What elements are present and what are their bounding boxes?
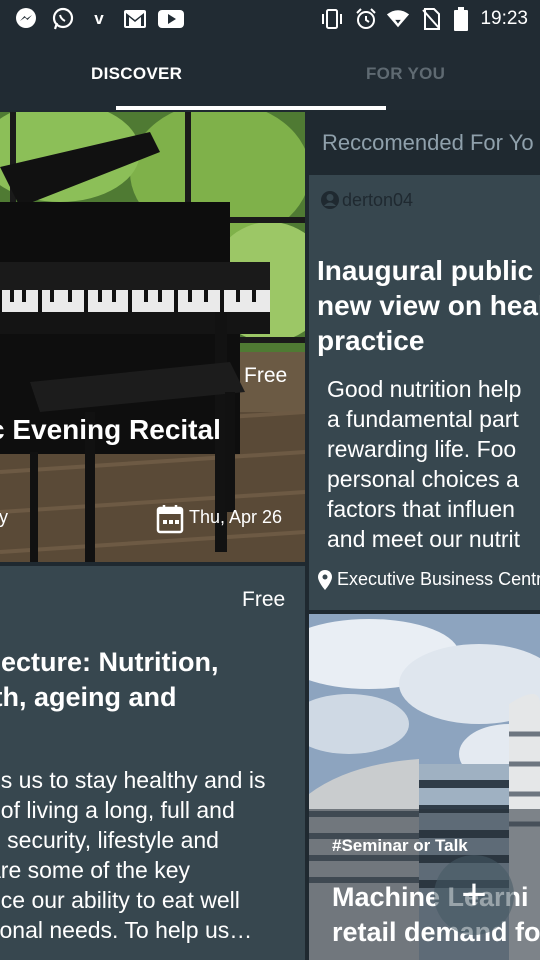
price-label: Free xyxy=(244,364,288,387)
whatsapp-icon xyxy=(51,7,75,30)
youtube-icon xyxy=(158,8,184,30)
price-label: Free xyxy=(242,588,286,611)
no-sim-icon xyxy=(419,8,443,30)
event-location: Executive Business Centr xyxy=(337,569,540,589)
event-title: Inaugural public new view on heal practi… xyxy=(317,255,540,356)
recommended-header-label: Reccomended For Yo xyxy=(322,130,534,155)
event-title: c Evening Recital xyxy=(0,414,221,445)
event-description: Good nutrition help a fundamental part r… xyxy=(327,376,522,552)
plus-icon: + xyxy=(461,870,487,919)
event-title: lecture: Nutrition, lth, ageing and xyxy=(0,647,219,712)
alarm-icon xyxy=(354,8,378,30)
battery-icon xyxy=(449,7,473,31)
clock-time: 19:23 xyxy=(480,8,528,29)
status-bar: v 19:23 xyxy=(0,0,540,38)
tab-bar: DISCOVER FOR YOU xyxy=(0,38,540,110)
organizer-username: derton04 xyxy=(342,190,414,210)
tab-indicator xyxy=(116,106,386,110)
v-icon: v xyxy=(94,9,104,28)
event-organizer: ty xyxy=(0,507,9,527)
event-card-lecture[interactable]: Free lecture: Nutrition, lth, ageing and… xyxy=(0,566,305,960)
tab-for-you[interactable]: FOR YOU xyxy=(366,64,445,84)
user-icon xyxy=(320,190,340,215)
location-pin-icon xyxy=(318,570,332,595)
event-description: ps us to stay healthy and is t of living… xyxy=(0,767,266,943)
event-category-tag: #Seminar or Talk xyxy=(332,836,468,855)
event-date: Thu, Apr 26 xyxy=(189,507,283,527)
calendar-icon xyxy=(156,504,184,539)
wifi-icon xyxy=(386,8,410,30)
add-event-button[interactable]: + xyxy=(434,855,514,935)
vibrate-icon xyxy=(320,8,344,30)
event-card-recital[interactable]: Free c Evening Recital ty Thu, Apr 26 xyxy=(0,112,305,562)
messenger-icon xyxy=(14,8,38,30)
piano-image xyxy=(0,112,305,562)
gmail-icon xyxy=(123,8,147,30)
tab-discover[interactable]: DISCOVER xyxy=(91,64,182,84)
